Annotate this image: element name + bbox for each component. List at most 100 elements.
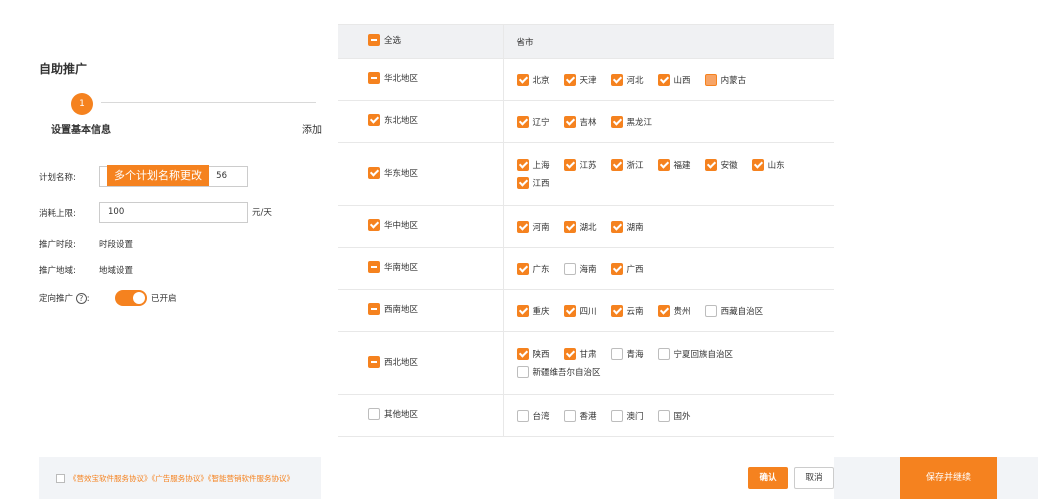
region-checkbox[interactable]: 华北地区: [368, 72, 418, 84]
region-setting-link[interactable]: 地域设置: [99, 264, 133, 276]
province-checkbox[interactable]: 江西: [516, 177, 550, 189]
cancel-button[interactable]: 取消: [794, 467, 834, 489]
province-checkbox[interactable]: 澳门: [610, 409, 644, 422]
province-checkbox[interactable]: 北京: [516, 73, 550, 86]
checkbox-box: [657, 304, 670, 317]
province-label: 广东: [532, 264, 550, 275]
province-checkbox[interactable]: 吉林: [563, 115, 597, 128]
region-cell: 东北地区: [338, 100, 504, 143]
province-header: 省市: [516, 37, 534, 48]
province-label: 云南: [626, 306, 644, 317]
province-checkbox[interactable]: 国外: [657, 409, 691, 422]
province-checkbox[interactable]: 陕西: [516, 348, 550, 360]
region-row: 西南地区 重庆 四川 云南 贵州 西藏自治区: [338, 289, 834, 332]
province-checkbox[interactable]: 山东: [751, 159, 785, 171]
checkbox-box: [657, 159, 670, 171]
region-label: 华中地区: [384, 221, 419, 231]
checkbox-box: [610, 159, 623, 171]
region-checkbox[interactable]: 西南地区: [368, 303, 418, 315]
step2-label: 添加: [302, 125, 322, 136]
province-checkbox[interactable]: 广东: [516, 262, 550, 275]
targeting-toggle[interactable]: [115, 290, 147, 306]
province-label: 内蒙古: [720, 75, 747, 86]
checkbox-box: [704, 159, 717, 171]
province-label: 西藏自治区: [720, 306, 764, 317]
checkbox-box: [563, 73, 576, 86]
province-checkbox[interactable]: 上海: [516, 159, 550, 171]
help-icon[interactable]: ?: [75, 293, 87, 304]
region-checkbox[interactable]: 华东地区: [368, 166, 418, 179]
checkbox-box: [657, 348, 670, 360]
checkbox-box: [516, 262, 529, 275]
province-checkbox[interactable]: 台湾: [516, 409, 550, 422]
checkbox-box: [610, 73, 623, 86]
checkbox-box: [610, 115, 623, 128]
province-checkbox[interactable]: 海南: [563, 262, 597, 275]
province-checkbox[interactable]: 香港: [563, 409, 597, 422]
checkbox-box: [516, 177, 529, 189]
province-label: 台湾: [532, 411, 550, 422]
region-cell: 华中地区: [338, 205, 504, 248]
province-checkbox[interactable]: 湖南: [610, 220, 644, 233]
province-cell: 北京 天津 河北 山西 内蒙古: [503, 58, 834, 101]
agreement-checkbox[interactable]: [56, 474, 65, 483]
province-checkbox[interactable]: 浙江: [610, 159, 644, 171]
checkbox-box: [704, 73, 717, 86]
province-checkbox[interactable]: 四川: [563, 304, 597, 317]
province-checkbox[interactable]: 江苏: [563, 159, 597, 171]
province-checkbox[interactable]: 贵州: [657, 304, 691, 317]
region-checkbox[interactable]: 东北地区: [368, 114, 418, 126]
province-checkbox[interactable]: 辽宁: [516, 115, 550, 128]
step-progress-line: [101, 102, 316, 103]
region-label: 西北地区: [384, 357, 419, 368]
region-checkbox[interactable]: 华南地区: [368, 261, 418, 273]
select-all-label: 全选: [384, 36, 402, 46]
select-all-checkbox[interactable]: 全选: [368, 34, 401, 46]
checkbox-box: [368, 166, 380, 179]
province-checkbox[interactable]: 西藏自治区: [704, 304, 764, 317]
province-checkbox[interactable]: 山西: [657, 73, 691, 86]
region-checkbox[interactable]: 华中地区: [368, 219, 418, 231]
province-label: 青海: [626, 350, 644, 360]
region-label: 西南地区: [384, 305, 419, 315]
province-checkbox[interactable]: 广西: [610, 262, 644, 275]
province-checkbox[interactable]: 河北: [610, 73, 644, 86]
time-setting-link[interactable]: 时段设置: [99, 238, 133, 250]
province-checkbox[interactable]: 福建: [657, 159, 691, 171]
province-label: 澳门: [626, 411, 644, 422]
time-label: 推广时段:: [39, 240, 76, 250]
region-checkbox[interactable]: 其他地区: [368, 408, 418, 420]
save-continue-button[interactable]: 保存并继续: [900, 457, 997, 499]
province-checkbox[interactable]: 重庆: [516, 304, 550, 317]
checkbox-box: [368, 261, 380, 273]
region-checkbox[interactable]: 西北地区: [368, 355, 419, 368]
province-cell: 重庆 四川 云南 贵州 西藏自治区: [503, 289, 834, 332]
agreement-bar: 《营效宝软件服务协议》《广告服务协议》《智能营销软件服务协议》: [39, 457, 321, 499]
province-label: 河北: [626, 75, 644, 86]
agreement-links[interactable]: 《营效宝软件服务协议》《广告服务协议》《智能营销软件服务协议》: [69, 473, 321, 484]
province-checkbox[interactable]: 青海: [610, 348, 644, 360]
province-label: 吉林: [579, 117, 597, 128]
province-checkbox[interactable]: 黑龙江: [610, 115, 652, 128]
confirm-button[interactable]: 确认: [748, 467, 788, 489]
province-checkbox[interactable]: 安徽: [704, 159, 738, 171]
checkbox-box: [368, 114, 380, 126]
region-label: 华北地区: [384, 74, 419, 84]
province-checkbox[interactable]: 宁夏回族自治区: [657, 348, 733, 360]
province-label: 贵州: [673, 306, 691, 317]
province-checkbox[interactable]: 湖北: [563, 220, 597, 233]
province-label: 湖南: [626, 222, 644, 233]
province-checkbox[interactable]: 内蒙古: [704, 73, 747, 86]
province-checkbox[interactable]: 天津: [563, 73, 597, 86]
province-label: 天津: [579, 75, 597, 86]
budget-input[interactable]: 100: [99, 202, 248, 223]
province-label: 陕西: [532, 350, 550, 360]
province-checkbox[interactable]: 河南: [516, 220, 550, 233]
province-label: 北京: [532, 75, 550, 86]
province-checkbox[interactable]: 甘肃: [563, 348, 597, 360]
toggle-knob: [133, 292, 145, 304]
province-checkbox[interactable]: 云南: [610, 304, 644, 317]
plan-name-tag: 多个计划名称更改: [107, 165, 209, 186]
targeting-label: 定向推广: [39, 294, 74, 304]
province-checkbox[interactable]: 新疆维吾尔自治区: [516, 366, 601, 378]
